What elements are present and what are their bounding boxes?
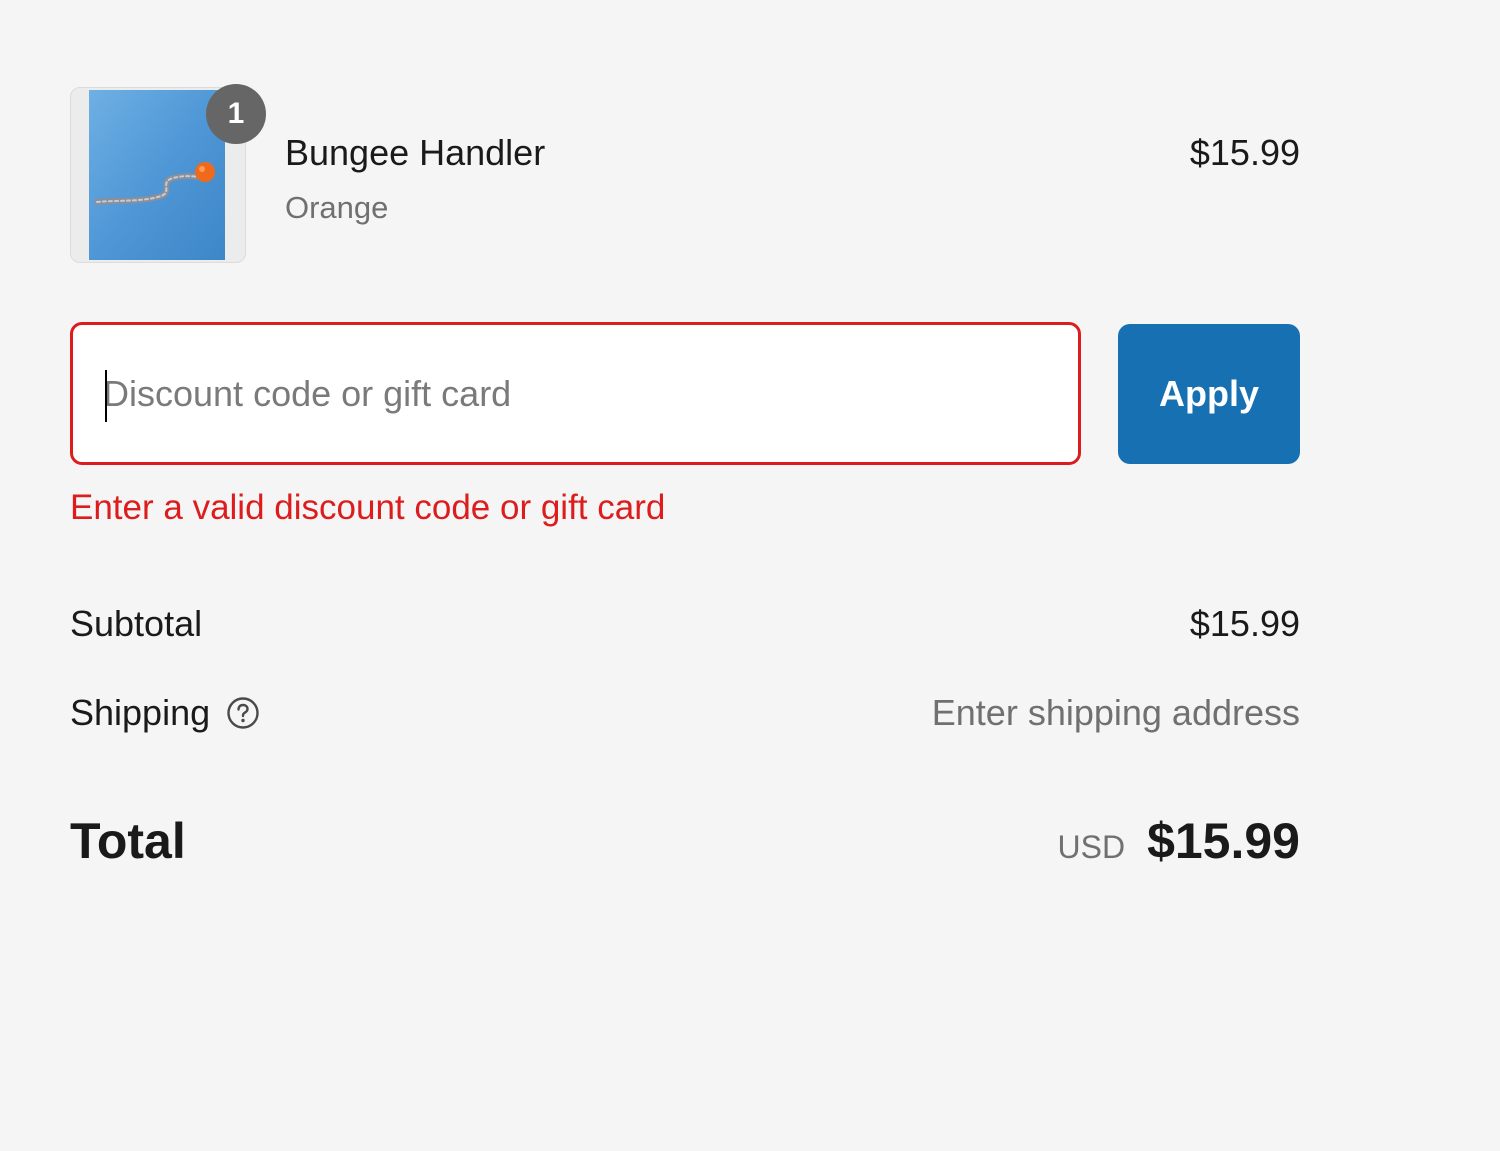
product-thumbnail-wrapper: 1 <box>70 84 266 263</box>
subtotal-label-text: Subtotal <box>70 603 203 644</box>
total-currency: USD <box>1057 829 1126 865</box>
product-name: Bungee Handler <box>285 132 546 173</box>
discount-code-input[interactable] <box>103 325 1043 462</box>
subtotal-row: Subtotal $15.99 <box>70 603 1300 663</box>
shipping-value: Enter shipping address <box>931 692 1300 733</box>
total-value: USD $15.99 <box>1058 812 1301 870</box>
total-row: Total USD $15.99 <box>70 812 1300 882</box>
product-price: $15.99 <box>1189 132 1300 173</box>
subtotal-label: Subtotal <box>70 603 202 645</box>
text-caret <box>105 370 107 422</box>
total-amount: $15.99 <box>1147 813 1300 869</box>
product-variant: Orange <box>285 190 389 225</box>
discount-field[interactable] <box>70 322 1081 465</box>
discount-row: Apply <box>70 322 1300 465</box>
line-item: 1 Bungee Handler Orange $15.99 <box>70 70 1300 270</box>
shipping-row: Shipping Enter shipping address <box>70 692 1300 752</box>
shipping-label: Shipping <box>70 692 260 734</box>
shipping-label-text: Shipping <box>70 692 211 733</box>
apply-button[interactable]: Apply <box>1118 324 1300 464</box>
total-label: Total <box>70 813 186 869</box>
product-image <box>89 90 225 260</box>
subtotal-value: $15.99 <box>1189 603 1300 644</box>
quantity-badge: 1 <box>206 84 266 144</box>
discount-error-message: Enter a valid discount code or gift card <box>70 488 666 527</box>
question-circle-icon[interactable] <box>226 696 260 730</box>
order-summary: 1 Bungee Handler Orange $15.99 Apply Ent… <box>70 70 1300 869</box>
